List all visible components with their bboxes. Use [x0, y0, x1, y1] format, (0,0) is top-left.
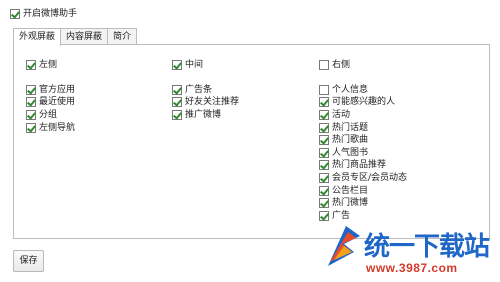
middle-item-checkbox[interactable]	[172, 97, 182, 108]
right-item-label: 人气图书	[332, 147, 369, 158]
left-item-label: 左侧导航	[39, 122, 76, 133]
right-header-label: 右侧	[332, 60, 351, 71]
right-item-label: 公告栏目	[332, 185, 369, 196]
right-item-checkbox[interactable]	[319, 84, 329, 95]
right-item-label: 热门歌曲	[332, 135, 369, 146]
right-item-option[interactable]: 活动	[319, 109, 407, 122]
middle-item-label: 广告条	[185, 84, 213, 95]
right-item-label: 热门话题	[332, 122, 369, 133]
right-item-label: 个人信息	[332, 84, 369, 95]
right-item-checkbox[interactable]	[319, 147, 329, 158]
save-button[interactable]: 保存	[13, 250, 44, 272]
middle-item-checkbox[interactable]	[172, 110, 182, 121]
right-item-checkbox[interactable]	[319, 122, 329, 133]
middle-item-label: 推广微博	[185, 110, 222, 121]
tab-panel-appearance: 左侧官方应用最近使用分组 左侧导航 中间广告条好友关注推荐 推广微博 右侧个人信息可…	[13, 44, 490, 239]
left-item-label: 分组	[39, 110, 58, 121]
right-item-checkbox[interactable]	[319, 110, 329, 121]
enable-helper-label: 开启微博助手	[23, 9, 78, 19]
right-item-checkbox[interactable]	[319, 97, 329, 108]
watermark-url: www.3987.com	[366, 261, 458, 275]
left-item-option[interactable]: 官方应用	[26, 84, 75, 97]
middle-column: 中间广告条好友关注推荐 推广微博	[172, 59, 239, 121]
right-item-checkbox[interactable]	[319, 173, 329, 184]
tab-intro[interactable]: 简介	[107, 28, 138, 45]
tab-content-block[interactable]: 内容屏蔽	[60, 28, 109, 45]
tab-appearance-block[interactable]: 外观屏蔽	[13, 28, 62, 46]
right-item-label: 可能感兴趣的人	[332, 97, 396, 108]
right-item-label: 热门商品推荐	[332, 160, 387, 171]
tab-bar: 外观屏蔽 内容屏蔽 简介	[13, 28, 138, 46]
left-item-checkbox[interactable]	[26, 122, 36, 133]
right-item-option[interactable]: 热门话题	[319, 121, 407, 134]
middle-header-checkbox[interactable]	[172, 60, 182, 71]
enable-helper-option[interactable]: 开启微博助手	[10, 8, 77, 20]
right-column: 右侧个人信息可能感兴趣的人 活动 热门话题热门歌曲 人气图书热门商品推荐会员专区/会员…	[319, 59, 407, 222]
left-item-checkbox[interactable]	[26, 84, 36, 95]
middle-item-option[interactable]: 推广微博	[172, 109, 239, 122]
right-item-checkbox[interactable]	[319, 160, 329, 171]
middle-item-option[interactable]: 广告条	[172, 84, 239, 97]
left-item-label: 最近使用	[39, 97, 76, 108]
right-item-option[interactable]: 个人信息	[319, 84, 407, 97]
right-item-option[interactable]: 热门商品推荐	[319, 159, 407, 172]
left-item-option[interactable]: 分组	[26, 109, 75, 122]
right-item-checkbox[interactable]	[319, 198, 329, 209]
right-item-option[interactable]: 可能感兴趣的人	[319, 96, 407, 109]
left-header-option[interactable]: 左侧	[26, 59, 75, 72]
left-header-label: 左侧	[39, 60, 58, 71]
right-item-checkbox[interactable]	[319, 135, 329, 146]
right-item-checkbox[interactable]	[319, 185, 329, 196]
middle-item-checkbox[interactable]	[172, 84, 182, 95]
right-item-label: 热门微博	[332, 198, 369, 209]
right-item-option[interactable]: 人气图书	[319, 147, 407, 160]
left-item-checkbox[interactable]	[26, 110, 36, 121]
left-column: 左侧官方应用最近使用分组 左侧导航	[26, 59, 75, 134]
left-item-label: 官方应用	[39, 84, 76, 95]
left-header-checkbox[interactable]	[26, 60, 36, 71]
middle-header-label: 中间	[185, 60, 204, 71]
right-item-option[interactable]: 公告栏目	[319, 184, 407, 197]
left-item-checkbox[interactable]	[26, 97, 36, 108]
middle-item-option[interactable]: 好友关注推荐	[172, 96, 239, 109]
left-item-option[interactable]: 最近使用	[26, 96, 75, 109]
right-item-label: 会员专区/会员动态	[332, 173, 408, 184]
right-item-label: 活动	[332, 110, 351, 121]
middle-header-option[interactable]: 中间	[172, 59, 239, 72]
right-item-option[interactable]: 会员专区/会员动态	[319, 172, 407, 185]
right-header-checkbox[interactable]	[319, 60, 329, 71]
watermark-brand: 统一下载站	[364, 232, 490, 262]
right-header-option[interactable]: 右侧	[319, 59, 407, 72]
right-item-option[interactable]: 热门微博	[319, 197, 407, 210]
enable-helper-checkbox[interactable]	[10, 9, 20, 19]
watermark-logo: 统一下载站 www.3987.com	[324, 218, 500, 282]
left-item-option[interactable]: 左侧导航	[26, 121, 75, 134]
right-item-option[interactable]: 热门歌曲	[319, 134, 407, 147]
middle-item-label: 好友关注推荐	[185, 97, 240, 108]
brand-logo-icon	[328, 226, 360, 266]
